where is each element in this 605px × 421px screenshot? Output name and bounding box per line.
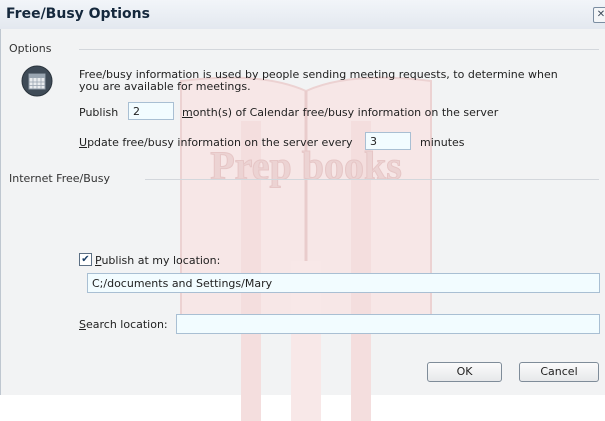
search-location-label: Search location: [79,318,168,331]
publish-months-input[interactable] [128,102,174,120]
update-prefix: Update free/busy information on the serv… [79,136,353,149]
close-button[interactable]: ✕ [593,7,605,23]
publish-suffix: month(s) of Calendar free/busy informati… [182,106,498,119]
title-bar: Free/Busy Options ✕ [0,0,605,30]
update-prefix-rest: pdate free/busy information on the serve… [87,136,353,149]
description-line-2: you are available for meetings. [79,80,251,93]
search-location-input[interactable] [176,314,600,334]
publish-suffix-rest: onth(s) of Calendar free/busy informatio… [192,106,499,119]
internet-group-label: Internet Free/Busy [9,172,110,185]
publish-suffix-key: m [182,106,193,119]
internet-divider [145,179,599,180]
update-suffix: minutes [420,136,465,149]
search-location-label-rest: earch location: [85,318,168,331]
publish-prefix: Publish [79,106,119,119]
options-divider [79,49,599,50]
search-location-label-key: S [79,318,86,331]
calendar-icon [21,65,53,97]
dialog-body: Prep books Options Free/busy information… [0,29,605,421]
publish-location-label-rest: ublish at my location: [101,254,221,267]
options-group-label: Options [9,42,52,55]
update-prefix-key: U [79,136,88,149]
publish-location-label: Publish at my location: [95,254,220,267]
publish-location-checkbox[interactable]: ✔ [79,253,92,266]
ok-button[interactable]: OK [427,362,502,382]
dialog-title: Free/Busy Options [6,6,150,22]
publish-location-input[interactable] [87,273,600,293]
update-minutes-input[interactable] [365,132,411,150]
cancel-button[interactable]: Cancel [519,362,599,382]
